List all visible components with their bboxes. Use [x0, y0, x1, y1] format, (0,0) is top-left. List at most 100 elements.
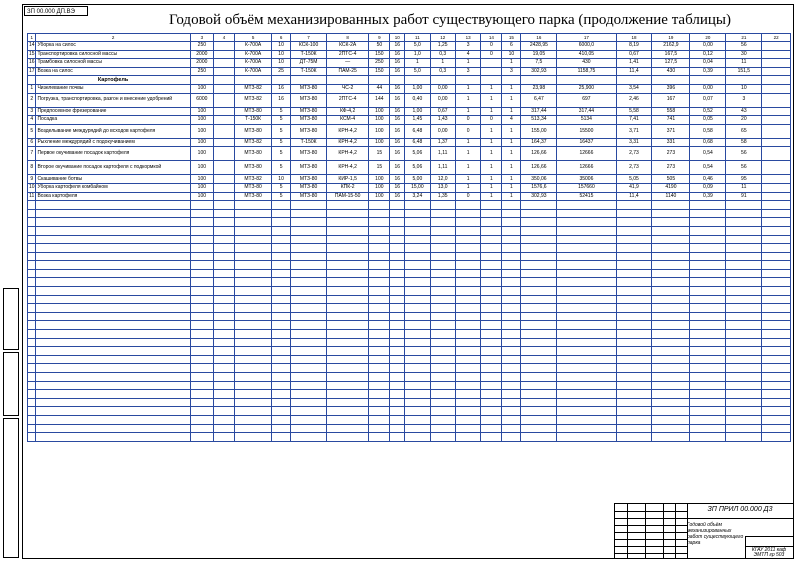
table-cell — [429, 208, 456, 219]
table-cell — [761, 92, 791, 108]
table-cell — [389, 268, 406, 279]
table-cell — [725, 380, 763, 391]
table-cell — [389, 363, 406, 373]
table-cell — [189, 432, 214, 442]
table-cell — [234, 320, 273, 331]
table-cell — [404, 217, 431, 227]
table-cell — [615, 200, 653, 210]
table-cell — [454, 234, 482, 245]
table-cell — [212, 260, 236, 270]
table-cell — [35, 311, 191, 322]
table-cell — [454, 75, 482, 85]
table-cell — [404, 294, 431, 305]
table-cell: ЧС-2 — [326, 83, 370, 94]
table-cell — [556, 329, 617, 339]
table-cell — [454, 225, 482, 236]
table-cell — [761, 406, 791, 416]
table-cell — [761, 146, 791, 162]
table-cell — [761, 200, 791, 210]
table-cell — [404, 200, 431, 210]
table-cell — [520, 372, 558, 382]
table-cell — [520, 432, 558, 442]
table-cell — [761, 329, 791, 339]
table-cell: 1 — [501, 174, 522, 184]
table-cell: МТЗ-80 — [290, 174, 328, 184]
table-cell — [689, 234, 727, 245]
empty-row — [26, 346, 791, 356]
table-cell — [26, 346, 37, 356]
table-cell — [480, 200, 503, 210]
column-number: 21 — [725, 33, 763, 42]
table-cell — [389, 217, 406, 227]
table-cell — [326, 423, 370, 434]
table-cell — [501, 380, 522, 391]
table-cell — [615, 320, 653, 331]
table-cell: 100 — [189, 191, 214, 202]
table-cell — [404, 286, 431, 296]
table-cell — [234, 311, 273, 322]
table-cell — [212, 380, 236, 391]
table-cell — [404, 397, 431, 408]
table-cell — [26, 363, 37, 373]
table-cell — [212, 115, 236, 125]
page-title: Годовой объём механизированных работ сущ… — [169, 12, 731, 28]
table-cell — [429, 234, 456, 245]
table-cell — [234, 260, 273, 270]
table-cell — [480, 432, 503, 442]
table-cell — [35, 268, 191, 279]
table-cell: 430 — [651, 66, 691, 77]
table-cell — [326, 389, 370, 399]
table-cell — [271, 432, 292, 442]
operation-name: Возка на силос — [35, 66, 191, 77]
table-cell — [761, 106, 791, 117]
table-cell — [368, 208, 391, 219]
table-cell — [501, 329, 522, 339]
table-cell — [429, 337, 456, 348]
column-number: 7 — [290, 33, 328, 42]
table-cell — [368, 286, 391, 296]
column-number: 13 — [454, 33, 482, 42]
table-cell — [189, 251, 214, 262]
empty-row — [26, 277, 791, 288]
table-cell — [212, 234, 236, 245]
table-cell — [189, 372, 214, 382]
table-cell — [556, 234, 617, 245]
table-cell — [271, 303, 292, 313]
column-number: 3 — [189, 33, 214, 42]
table-cell: 250 — [189, 41, 214, 51]
table-cell — [404, 234, 431, 245]
table-cell: 100 — [368, 191, 391, 202]
table-cell — [389, 432, 406, 442]
column-number: 16 — [520, 33, 558, 42]
table-cell — [651, 380, 691, 391]
column-number: 2 — [35, 33, 191, 42]
table-cell: 1 — [480, 137, 503, 148]
table-cell: МТЗ-80 — [290, 123, 328, 139]
table-cell — [520, 389, 558, 399]
table-cell — [26, 303, 37, 313]
table-cell — [234, 372, 273, 382]
table-cell — [234, 243, 273, 253]
table-cell — [651, 303, 691, 313]
table-cell — [480, 311, 503, 322]
table-cell: 10 — [271, 41, 292, 51]
table-cell — [389, 277, 406, 288]
table-cell — [651, 260, 691, 270]
table-cell — [454, 423, 482, 434]
table-cell — [556, 286, 617, 296]
table-cell — [429, 311, 456, 322]
table-cell — [651, 423, 691, 434]
table-cell — [326, 346, 370, 356]
table-cell — [26, 423, 37, 434]
table-cell — [189, 397, 214, 408]
table-cell — [271, 337, 292, 348]
table-cell — [404, 423, 431, 434]
table-cell — [689, 200, 727, 210]
table-cell — [404, 311, 431, 322]
table-cell — [326, 268, 370, 279]
table-cell: 16 — [389, 92, 406, 108]
table-cell — [35, 329, 191, 339]
table-cell — [429, 354, 456, 365]
table-cell: 0,3 — [429, 49, 456, 60]
table-cell — [389, 320, 406, 331]
